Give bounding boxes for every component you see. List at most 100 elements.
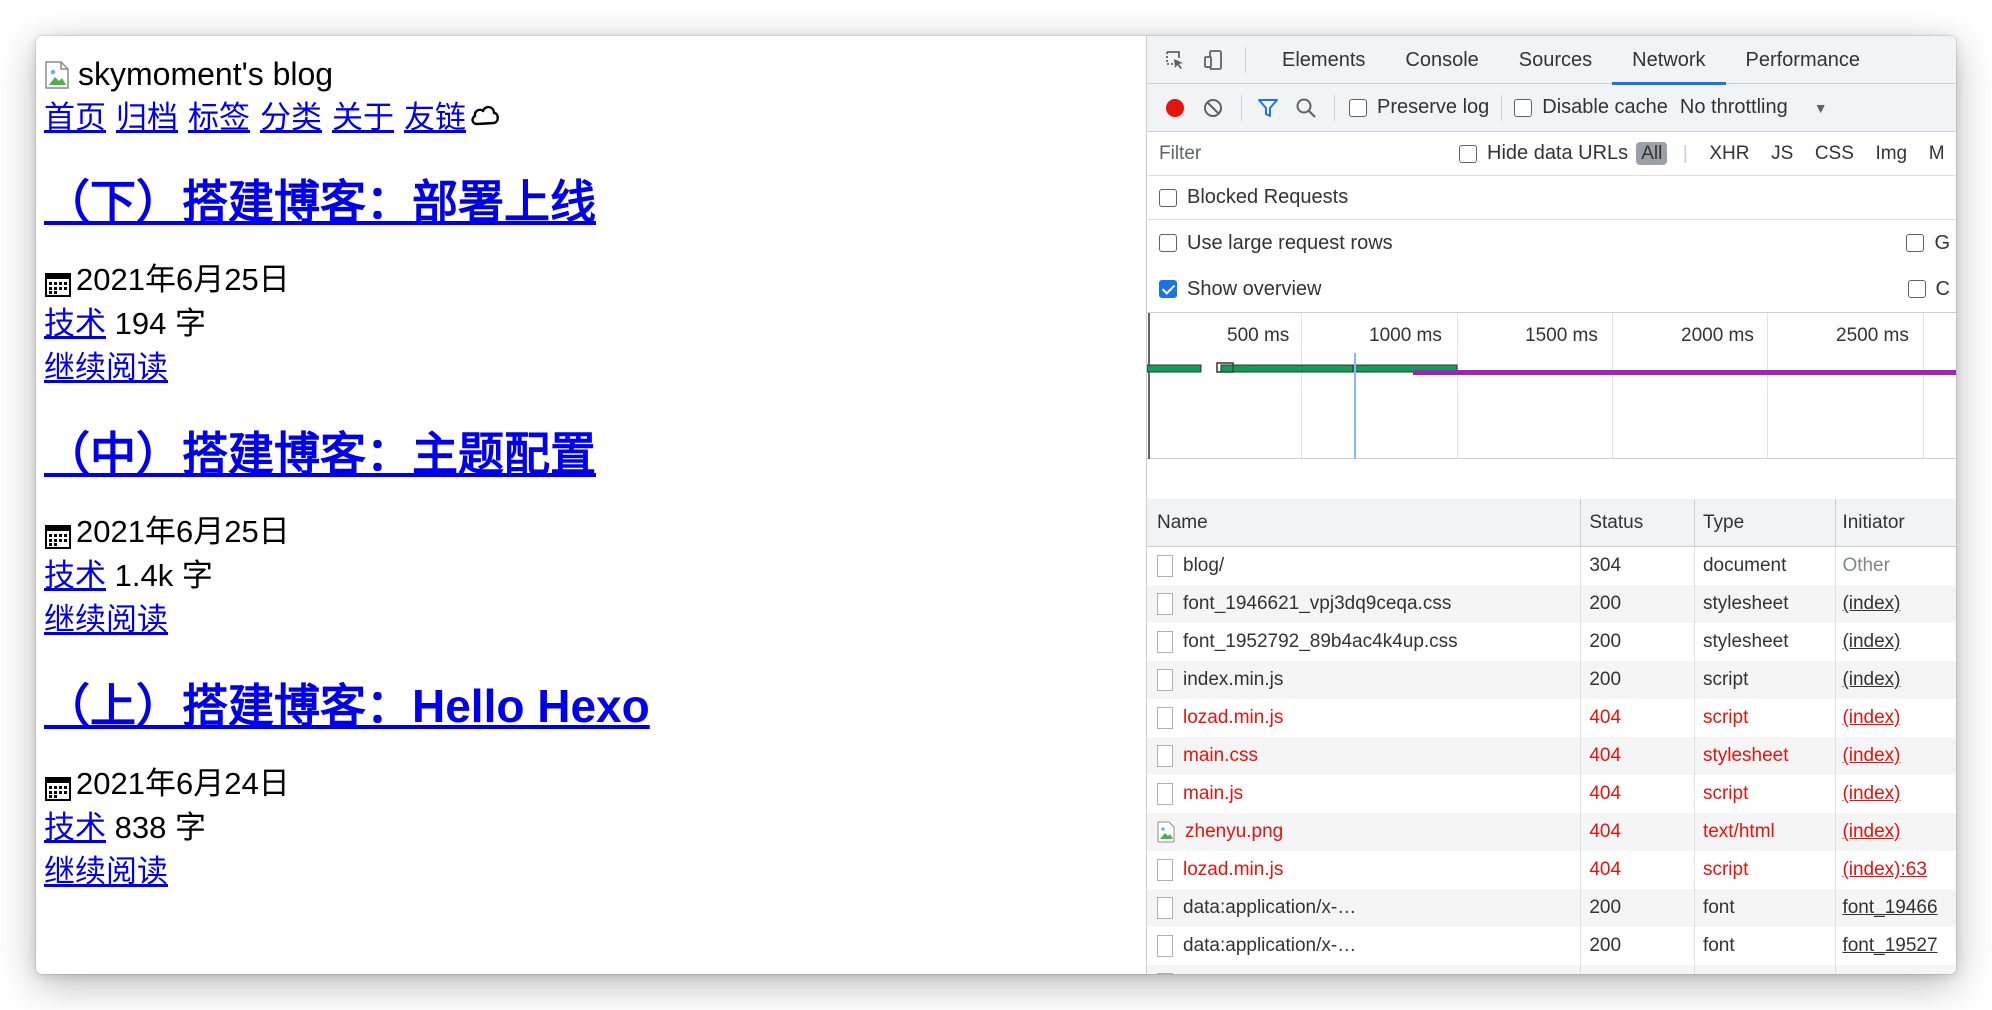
nav-friends[interactable]: 友链 [404, 98, 466, 138]
show-overview-checkbox[interactable]: Show overview [1159, 278, 1322, 301]
nav-categories[interactable]: 分类 [260, 98, 322, 138]
request-initiator[interactable]: (index):63 [1836, 851, 1956, 889]
hide-data-urls-checkbox[interactable]: Hide data URLs [1459, 142, 1628, 165]
chevron-down-icon[interactable]: ▼ [1814, 100, 1828, 116]
checkbox-box[interactable] [1514, 98, 1533, 117]
post-category-link[interactable]: 技术 [44, 558, 106, 593]
initiator-link[interactable]: (index):63 [1842, 859, 1927, 881]
table-row[interactable]: font_1946621_vpj3dq9ceqa.css 200 styleshee… [1147, 585, 1956, 623]
request-initiator[interactable]: (index) [1836, 623, 1956, 661]
initiator-link[interactable]: (index) [1842, 821, 1900, 843]
large-rows-checkbox[interactable]: Use large request rows [1159, 232, 1393, 255]
inspect-element-icon[interactable] [1159, 44, 1191, 76]
filter-all[interactable]: All [1636, 142, 1668, 165]
column-header-type[interactable]: Type [1695, 499, 1837, 546]
tab-console[interactable]: Console [1385, 36, 1498, 84]
request-initiator[interactable]: font_19466 [1836, 889, 1956, 927]
filter-js[interactable]: JS [1771, 143, 1793, 164]
cloud-icon[interactable] [470, 98, 500, 138]
request-initiator[interactable]: (index) [1836, 699, 1956, 737]
nav-about[interactable]: 关于 [332, 98, 394, 138]
checkbox-box[interactable] [1159, 188, 1177, 207]
device-toolbar-icon[interactable] [1197, 44, 1229, 76]
initiator-link[interactable]: (index) [1842, 783, 1900, 805]
read-more-link[interactable]: 继续阅读 [44, 350, 168, 385]
table-row[interactable]: data:application/x-… 200 font font_19527 [1147, 927, 1956, 965]
checkbox-box[interactable] [1349, 98, 1367, 117]
checkbox-box[interactable] [1907, 280, 1926, 298]
filter-input[interactable]: Filter [1155, 136, 1443, 171]
tab-performance[interactable]: Performance [1726, 36, 1881, 84]
table-row[interactable]: lozad.min.js 404 script (index):63 [1147, 851, 1956, 889]
table-row[interactable]: blog/304 document Other [1147, 547, 1956, 585]
request-initiator[interactable]: (index) [1836, 737, 1956, 775]
filter-icon[interactable] [1252, 92, 1284, 124]
initiator-link[interactable]: (index) [1842, 745, 1900, 767]
preserve-log-checkbox[interactable]: Preserve log [1349, 96, 1489, 119]
post-title-link[interactable]: （中）搭建博客：主题配置 [44, 426, 596, 482]
filter-img[interactable]: Img [1875, 143, 1907, 164]
request-initiator[interactable]: (index) [1836, 775, 1956, 813]
request-initiator[interactable]: (index) [1836, 585, 1956, 623]
read-more-link[interactable]: 继续阅读 [44, 854, 168, 889]
post-category-link[interactable]: 技术 [44, 306, 106, 341]
initiator-link[interactable]: (index) [1842, 669, 1900, 691]
table-row[interactable]: 21656496f07761af42.js 403script VM1707:1 [1147, 965, 1956, 974]
table-row[interactable]: lozad.min.js 404 script (index) [1147, 699, 1956, 737]
checkbox-box[interactable] [1459, 144, 1477, 163]
initiator-link[interactable]: (index) [1842, 707, 1900, 729]
request-name-cell[interactable]: data:application/x-… [1147, 927, 1582, 965]
column-header-status[interactable]: Status [1581, 499, 1695, 546]
initiator-link[interactable]: font_19527 [1842, 935, 1937, 957]
table-row[interactable]: main.js 404 script (index) [1147, 775, 1956, 813]
read-more-link[interactable]: 继续阅读 [44, 602, 168, 637]
initiator-link[interactable]: VM1707:1 [1842, 973, 1929, 974]
nav-tags[interactable]: 标签 [188, 98, 250, 138]
column-header-initiator[interactable]: Initiator [1836, 499, 1956, 546]
tab-sources[interactable]: Sources [1499, 36, 1612, 84]
network-overview-timeline[interactable]: 500 ms 1000 ms 1500 ms 2000 ms 2500 ms [1147, 313, 1956, 459]
request-initiator[interactable]: VM1707:1 [1836, 965, 1956, 974]
post-category-link[interactable]: 技术 [44, 810, 106, 845]
table-row[interactable]: index.min.js 200 script (index) [1147, 661, 1956, 699]
filter-xhr[interactable]: XHR [1709, 143, 1749, 164]
filter-css[interactable]: CSS [1815, 143, 1854, 164]
post-title-link[interactable]: （上）搭建博客：Hello Hexo [44, 678, 650, 734]
request-name-cell[interactable]: font_1952792_89b4ac4k4up.css [1147, 623, 1582, 661]
request-name-cell[interactable]: main.css [1147, 737, 1582, 775]
search-icon[interactable] [1290, 92, 1322, 124]
clear-icon[interactable] [1197, 92, 1229, 124]
request-name-cell[interactable]: data:application/x-… [1147, 889, 1582, 927]
post-title-link[interactable]: （下）搭建博客：部署上线 [44, 174, 596, 230]
nav-home[interactable]: 首页 [44, 98, 106, 138]
capture-screenshots-checkbox[interactable]: C [1907, 278, 1950, 301]
filter-media[interactable]: M [1929, 143, 1945, 164]
request-name-cell[interactable]: 21656496f07761af42.js [1147, 965, 1582, 974]
checkbox-box[interactable] [1159, 280, 1177, 298]
request-initiator[interactable]: (index) [1836, 813, 1956, 851]
tab-elements[interactable]: Elements [1262, 36, 1385, 84]
request-name-cell[interactable]: index.min.js [1147, 661, 1582, 699]
checkbox-box[interactable] [1906, 234, 1925, 252]
nav-archive[interactable]: 归档 [116, 98, 178, 138]
request-initiator[interactable]: font_19527 [1836, 927, 1956, 965]
table-row[interactable]: font_1952792_89b4ac4k4up.css 200 styleshee… [1147, 623, 1956, 661]
column-header-name[interactable]: Name [1147, 499, 1582, 546]
request-initiator[interactable]: (index) [1836, 661, 1956, 699]
initiator-link[interactable]: (index) [1842, 631, 1900, 653]
request-name-cell[interactable]: lozad.min.js [1147, 851, 1582, 889]
table-row[interactable]: main.css 404 stylesheet (index) [1147, 737, 1956, 775]
throttling-select[interactable]: No throttling [1680, 96, 1788, 119]
request-name-cell[interactable]: zhenyu.png [1147, 813, 1582, 851]
request-name-cell[interactable]: font_1946621_vpj3dq9ceqa.css [1147, 585, 1582, 623]
disable-cache-checkbox[interactable]: Disable cache [1514, 96, 1668, 119]
record-icon[interactable] [1159, 92, 1191, 124]
table-row[interactable]: data:application/x-… 200 font font_19466 [1147, 889, 1956, 927]
initiator-link[interactable]: (index) [1842, 593, 1900, 615]
blocked-requests-checkbox[interactable]: Blocked Requests [1159, 186, 1348, 209]
initiator-link[interactable]: font_19466 [1842, 897, 1937, 919]
request-name-cell[interactable]: main.js [1147, 775, 1582, 813]
request-name-cell[interactable]: blog/ [1147, 547, 1582, 585]
group-by-frame-checkbox[interactable]: G [1906, 232, 1950, 255]
checkbox-box[interactable] [1159, 234, 1177, 252]
